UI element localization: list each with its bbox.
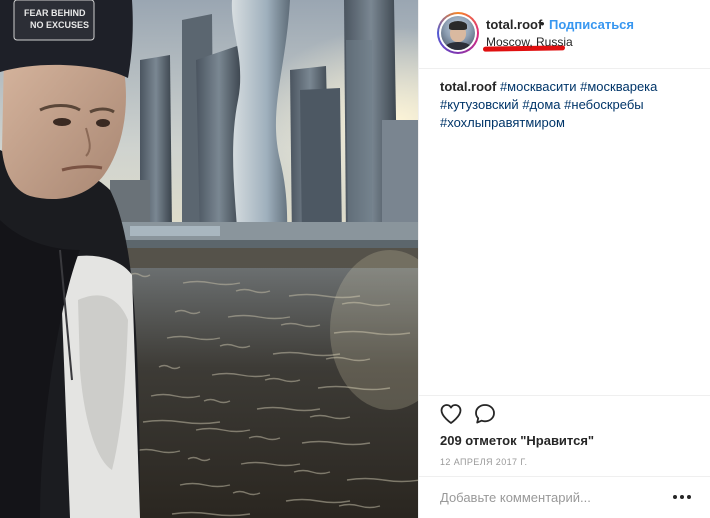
caption-username[interactable]: total.roof: [440, 79, 496, 94]
post-details-panel: total.roof • Подписаться Moscow, Russia …: [418, 0, 710, 518]
post-caption: total.roof #москвасити #москварека #куту…: [440, 78, 700, 132]
follow-button[interactable]: Подписаться: [549, 17, 634, 32]
separator-dot: •: [540, 16, 545, 31]
avatar-image: [441, 16, 475, 50]
more-options-button[interactable]: [671, 490, 693, 504]
like-count[interactable]: 209 отметок "Нравится": [440, 433, 594, 448]
post-photo[interactable]: FEAR BEHIND NO EXCUSES: [0, 0, 418, 518]
comment-button[interactable]: [473, 402, 499, 428]
ellipsis-icon: [673, 495, 691, 499]
location-link[interactable]: Moscow, Russia: [486, 35, 573, 49]
hashtag-link[interactable]: #дома: [522, 97, 560, 112]
speech-bubble-icon: [475, 404, 495, 424]
hashtag-link[interactable]: #небоскребы: [564, 97, 643, 112]
hashtag-link[interactable]: #хохлыправятмиром: [440, 115, 565, 130]
cap-patch-line-1: FEAR BEHIND: [24, 8, 86, 18]
hashtag-link[interactable]: #кутузовский: [440, 97, 519, 112]
divider: [419, 68, 710, 69]
hashtag-link[interactable]: #москвасити: [500, 79, 577, 94]
heart-icon: [440, 404, 462, 424]
like-button[interactable]: [439, 402, 465, 428]
username-link[interactable]: total.roof: [486, 17, 542, 32]
comment-input[interactable]: [440, 484, 670, 510]
post-date[interactable]: 12 АПРЕЛЯ 2017 Г.: [440, 457, 527, 467]
cap-patch-line-2: NO EXCUSES: [30, 20, 89, 30]
avatar[interactable]: [437, 12, 479, 54]
hashtag-link[interactable]: #москварека: [580, 79, 657, 94]
post-header: total.roof • Подписаться Moscow, Russia: [419, 0, 710, 68]
divider: [419, 395, 710, 396]
photo-illustration: FEAR BEHIND NO EXCUSES: [0, 0, 418, 518]
divider: [419, 476, 710, 477]
